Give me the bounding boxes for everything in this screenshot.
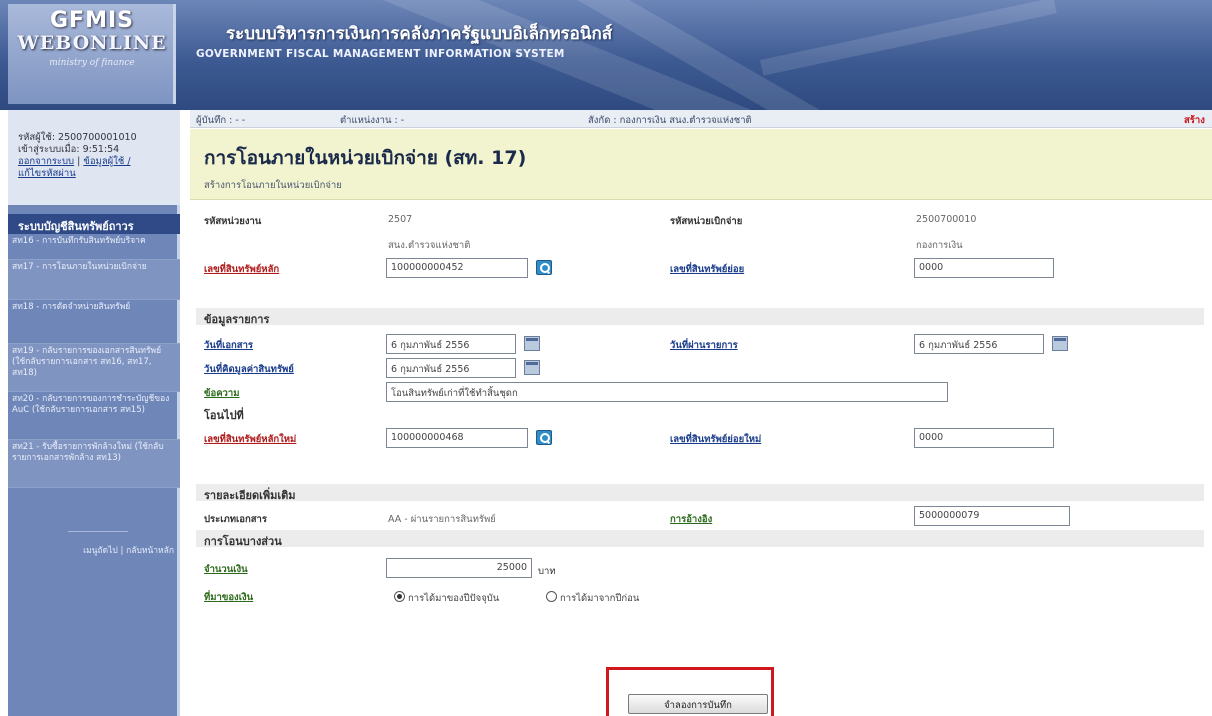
search-icon[interactable] [536, 260, 552, 275]
origin-previous-year-label: การได้มาจากปีก่อน [560, 593, 640, 604]
user-info-panel: รหัสผู้ใช้: 2500700001010 เข้าสู่ระบบเมื… [8, 110, 180, 205]
posting-date-input[interactable]: 6 กุมภาพันธ์ 2556 [914, 334, 1044, 354]
calendar-icon[interactable] [524, 336, 540, 351]
section-title-partial: การโอนบางส่วน [204, 535, 282, 548]
transfer-form: รหัสหน่วยงาน 2507 สนง.ตำรวจแห่งชาติ รหัส… [196, 200, 1204, 716]
header-light-beam [760, 0, 1057, 76]
agency-code-label: รหัสหน่วยงาน [204, 216, 262, 227]
sidebar-heading: ระบบบัญชีสินทรัพย์ถาวร [8, 214, 180, 234]
text-input[interactable]: โอนสินทรัพย์เก่าที่ใช้ทำสิ้นชุดก [386, 382, 948, 402]
amount-unit: บาท [538, 566, 556, 577]
new-sub-asset-input[interactable]: 0000 [914, 428, 1054, 448]
sidebar-item-st21[interactable]: สท21 - รับซื้อรายการพักล้างใหม่ (ใช้กลับ… [8, 440, 180, 488]
highlight-box [606, 667, 774, 716]
user-context-bar: ผู้บันทึก : - - ตำแหน่งงาน : - สังกัด : … [190, 110, 1212, 128]
system-title-english: GOVERNMENT FISCAL MANAGEMENT INFORMATION… [196, 48, 565, 60]
calendar-icon[interactable] [524, 360, 540, 375]
reference-input[interactable]: 5000000079 [914, 506, 1070, 526]
user-id: รหัสผู้ใช้: 2500700001010 [18, 132, 137, 143]
new-main-asset-label[interactable]: เลขที่สินทรัพย์หลักใหม่ [204, 432, 296, 447]
disbursing-unit-name: กองการเงิน [916, 240, 963, 251]
new-main-asset-input[interactable]: 100000000468 [386, 428, 528, 448]
section-band [196, 308, 1204, 325]
new-sub-asset-label[interactable]: เลขที่สินทรัพย์ย่อยใหม่ [670, 432, 761, 447]
sidebar-item-st20[interactable]: สท20 - กลับรายการของการชำระบัญชีของ AuC … [8, 392, 180, 440]
fund-origin-label[interactable]: ที่มาของเงิน [204, 590, 253, 605]
page-title: การโอนภายในหน่วยเบิกจ่าย (สท. 17) [204, 147, 527, 169]
recorder-text: ผู้บันทึก : - - [196, 115, 246, 126]
sidebar-item-st17[interactable]: สท17 - การโอนภายในหน่วยเบิกจ่าย [8, 260, 180, 300]
origin-current-year-label: การได้มาของปีปัจจุบัน [408, 593, 500, 604]
user-profile-link[interactable]: ข้อมูลผู้ใช้ / [83, 156, 130, 167]
section-title-transfer-to: โอนไปที่ [204, 409, 244, 422]
section-title-more: รายละเอียดเพิ่มเติม [204, 489, 296, 502]
search-icon[interactable] [536, 430, 552, 445]
position-text: ตำแหน่งงาน : - [340, 115, 405, 126]
gfmis-logo: GFMIS WEBONLINE ministry of finance [8, 4, 176, 104]
logo-ministry-text: ministry of finance [49, 58, 135, 68]
origin-previous-year-radio[interactable] [546, 591, 557, 602]
doc-type-label: ประเภทเอกสาร [204, 514, 267, 525]
header-banner: GFMIS WEBONLINE ministry of finance ระบบ… [0, 0, 1212, 110]
disbursing-unit-label: รหัสหน่วยเบิกจ่าย [670, 216, 743, 227]
amount-input[interactable]: 25000 [386, 558, 532, 578]
disbursing-unit-value: 2500700010 [916, 214, 977, 225]
reference-label[interactable]: การอ้างอิง [670, 512, 712, 527]
system-title-thai: ระบบบริหารการเงินการคลังภาครัฐแบบอิเล็กท… [226, 24, 613, 44]
logo-gfmis-text: GFMIS [49, 8, 134, 33]
section-band [196, 530, 1204, 547]
doc-date-input[interactable]: 6 กุมภาพันธ์ 2556 [386, 334, 516, 354]
origin-current-year-radio[interactable] [394, 591, 405, 602]
sidebar-divider [68, 531, 128, 532]
agency-name-value: สนง.ตำรวจแห่งชาติ [388, 240, 471, 251]
section-band [196, 484, 1204, 501]
main-asset-input[interactable]: 100000000452 [386, 258, 528, 278]
amount-label[interactable]: จำนวนเงิน [204, 562, 248, 577]
sidebar-item-st18[interactable]: สท18 - การตัดจำหน่ายสินทรัพย์ [8, 300, 180, 344]
affiliation-text: สังกัด : กองการเงิน สนง.ตำรวจแห่งชาติ [588, 115, 752, 126]
sub-asset-input[interactable]: 0000 [914, 258, 1054, 278]
agency-code-value: 2507 [388, 214, 413, 225]
sub-asset-label[interactable]: เลขที่สินทรัพย์ย่อย [670, 262, 744, 277]
calendar-icon[interactable] [1052, 336, 1068, 351]
logout-link[interactable]: ออกจากระบบ [18, 156, 74, 167]
sidebar-footer-links[interactable]: เมนูถัดไป | กลับหน้าหลัก [8, 543, 180, 557]
asset-value-date-label[interactable]: วันที่คิดมูลค่าสินทรัพย์ [204, 362, 294, 377]
create-mode-label: สร้าง [1184, 115, 1205, 126]
sidebar-item-st19[interactable]: สท19 - กลับรายการของเอกสารสินทรัพย์ (ใช้… [8, 344, 180, 392]
login-time: เข้าสู่ระบบเมื่อ: 9:51:54 [18, 144, 120, 155]
logo-webonline-text: WEBONLINE [17, 32, 167, 54]
sidebar-item-st16[interactable]: สท16 - การบันทึกรับสินทรัพย์บริจาค [8, 234, 180, 260]
doc-date-label[interactable]: วันที่เอกสาร [204, 338, 253, 353]
text-label[interactable]: ข้อความ [204, 386, 240, 401]
posting-date-label[interactable]: วันที่ผ่านรายการ [670, 338, 738, 353]
asset-value-date-input[interactable]: 6 กุมภาพันธ์ 2556 [386, 358, 516, 378]
main-asset-label[interactable]: เลขที่สินทรัพย์หลัก [204, 262, 279, 277]
page-subtitle: สร้างการโอนภายในหน่วยเบิกจ่าย [204, 180, 342, 191]
doc-type-value: AA - ผ่านรายการสินทรัพย์ [388, 514, 496, 525]
section-title-details: ข้อมูลรายการ [204, 313, 270, 326]
change-password-link[interactable]: แก้ไขรหัสผ่าน [18, 168, 76, 179]
sidebar: รหัสผู้ใช้: 2500700001010 เข้าสู่ระบบเมื… [8, 110, 180, 716]
page-title-area: การโอนภายในหน่วยเบิกจ่าย (สท. 17) สร้างก… [190, 129, 1212, 200]
